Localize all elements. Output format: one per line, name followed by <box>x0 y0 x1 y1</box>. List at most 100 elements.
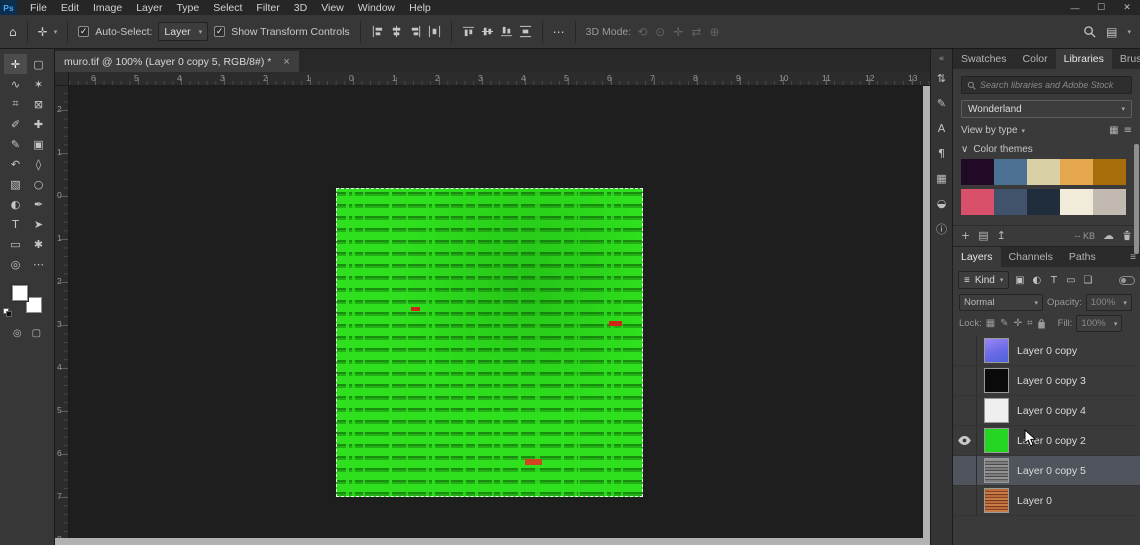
view-by-type-label[interactable]: View by type <box>961 125 1018 136</box>
library-share-icon[interactable]: ↥ <box>997 229 1006 242</box>
layer-row[interactable]: Layer 0 copy 3 <box>953 366 1140 396</box>
foreground-color-swatch[interactable] <box>12 285 28 301</box>
3d-orbit-icon[interactable]: ⟲ <box>637 25 647 39</box>
history-panel-icon[interactable]: ⇅ <box>931 66 953 91</box>
quick-mask-icon[interactable]: ◎ <box>13 328 22 339</box>
eraser-tool[interactable]: ◊ <box>27 154 50 174</box>
menu-item-3d[interactable]: 3D <box>287 0 314 15</box>
vertical-scrollbar[interactable] <box>923 86 930 538</box>
close-icon[interactable]: ✕ <box>1114 0 1140 15</box>
opacity-dropdown[interactable]: 100% ▾ <box>1086 294 1132 311</box>
rectangular-marquee-tool[interactable]: ▢ <box>27 54 50 74</box>
layer-row[interactable]: Layer 0 copy 4 <box>953 396 1140 426</box>
workspace-switcher-icon[interactable]: ▤ <box>1106 25 1117 39</box>
canvas[interactable]: 654321012345678910111213 21012345678 <box>55 72 930 538</box>
library-search-input[interactable]: Search libraries and Adobe Stock <box>961 76 1132 94</box>
color-swatch[interactable] <box>1027 189 1060 215</box>
color-swatch[interactable] <box>961 189 994 215</box>
visibility-toggle[interactable] <box>953 396 977 425</box>
layer-thumbnail[interactable] <box>984 368 1009 393</box>
rectangle-tool[interactable]: ▭ <box>4 234 27 254</box>
info-panel-icon[interactable]: ⓘ <box>931 216 953 241</box>
move-tool[interactable]: ✛ <box>4 54 27 74</box>
layer-thumbnail[interactable] <box>984 488 1009 513</box>
menu-item-select[interactable]: Select <box>206 0 249 15</box>
filter-shape-layers-icon[interactable]: ▭ <box>1062 272 1079 289</box>
tab-close-icon[interactable]: × <box>283 56 289 68</box>
filter-type-layers-icon[interactable]: T <box>1045 272 1062 289</box>
lock-transparency-icon[interactable]: ▦ <box>986 318 995 329</box>
list-view-icon[interactable]: ≡ <box>1124 125 1132 136</box>
align-bottom-edges-icon[interactable] <box>500 25 513 38</box>
crop-tool[interactable]: ⌗ <box>4 94 27 114</box>
search-icon[interactable] <box>1083 25 1096 38</box>
lock-artboard-icon[interactable]: ⌗ <box>1027 318 1033 329</box>
menu-item-window[interactable]: Window <box>351 0 402 15</box>
path-selection-tool[interactable]: ➤ <box>27 214 50 234</box>
pen-tool[interactable]: ✒ <box>27 194 50 214</box>
lock-move-icon[interactable]: ✛ <box>1014 318 1022 329</box>
visibility-toggle[interactable] <box>953 336 977 365</box>
chevron-down-icon[interactable]: ▾ <box>1127 28 1131 36</box>
lasso-tool[interactable]: ∿ <box>4 74 27 94</box>
eye-icon[interactable] <box>953 426 977 455</box>
color-swatch[interactable] <box>994 159 1027 185</box>
menu-item-type[interactable]: Type <box>169 0 206 15</box>
visibility-toggle[interactable] <box>953 486 977 515</box>
blur-tool[interactable]: ○ <box>27 174 50 194</box>
lock-paint-icon[interactable]: ✎ <box>1000 318 1008 329</box>
tab-channels[interactable]: Channels <box>1001 247 1061 267</box>
screen-mode-icon[interactable]: ▢ <box>32 328 41 339</box>
edit-toolbar-icon[interactable]: ⋯ <box>27 254 50 274</box>
3d-pan-icon[interactable]: ✛ <box>673 25 683 39</box>
add-library-item-icon[interactable]: + <box>961 229 970 242</box>
character-panel-icon[interactable]: A <box>931 116 953 141</box>
distribute-vertically-icon[interactable] <box>519 25 532 38</box>
layer-row[interactable]: Layer 0 copy 2 <box>953 426 1140 456</box>
document-tab[interactable]: muro.tif @ 100% (Layer 0 copy 5, RGB/8#)… <box>55 51 299 72</box>
horizontal-scrollbar[interactable] <box>55 538 930 545</box>
menu-item-file[interactable]: File <box>23 0 54 15</box>
healing-brush-tool[interactable]: ✚ <box>27 114 50 134</box>
library-folder-icon[interactable]: ▤ <box>978 229 988 242</box>
filter-smart-objects-icon[interactable]: ❏ <box>1079 272 1096 289</box>
move-tool-icon[interactable]: ✛ <box>38 25 48 39</box>
minimize-icon[interactable]: — <box>1062 0 1088 15</box>
layer-row[interactable]: Layer 0 copy <box>953 336 1140 366</box>
menu-item-image[interactable]: Image <box>86 0 129 15</box>
fill-dropdown[interactable]: 100% ▾ <box>1076 315 1122 332</box>
tab-swatches[interactable]: Swatches <box>953 49 1015 69</box>
menu-item-help[interactable]: Help <box>402 0 438 15</box>
home-icon[interactable]: ⌂ <box>9 25 17 39</box>
tab-brushes[interactable]: Brushes <box>1112 49 1140 69</box>
delete-icon[interactable] <box>1122 230 1132 241</box>
align-left-edges-icon[interactable] <box>371 25 384 38</box>
tab-libraries[interactable]: Libraries <box>1056 49 1112 69</box>
filter-kind-dropdown[interactable]: ≡ Kind ▾ <box>958 271 1009 289</box>
color-swatch[interactable] <box>1093 159 1126 185</box>
maximize-icon[interactable]: ☐ <box>1088 0 1114 15</box>
color-swatch[interactable] <box>1060 189 1093 215</box>
clone-stamp-tool[interactable]: ▣ <box>27 134 50 154</box>
hand-tool[interactable]: ✱ <box>27 234 50 254</box>
document-image[interactable] <box>336 188 643 497</box>
color-swatch[interactable] <box>1027 159 1060 185</box>
layer-row[interactable]: Layer 0 copy 5 <box>953 456 1140 486</box>
auto-select-checkbox[interactable]: ✓ <box>78 26 89 37</box>
menu-item-view[interactable]: View <box>314 0 351 15</box>
show-transform-checkbox[interactable]: ✓ <box>214 26 225 37</box>
gradients-panel-icon[interactable]: ◒ <box>931 191 953 216</box>
align-top-edges-icon[interactable] <box>462 25 475 38</box>
tab-layers[interactable]: Layers <box>953 247 1001 267</box>
tab-paths[interactable]: Paths <box>1061 247 1104 267</box>
brush-tool[interactable]: ✎ <box>4 134 27 154</box>
default-colors-icon[interactable] <box>3 308 13 318</box>
color-swatch[interactable] <box>1093 189 1126 215</box>
3d-zoom-icon[interactable]: ⊕ <box>709 25 719 39</box>
3d-panel-icon[interactable]: ▦ <box>931 166 953 191</box>
align-vertical-centers-icon[interactable] <box>481 25 494 38</box>
more-align-options-icon[interactable]: ⋯ <box>553 25 565 39</box>
distribute-horizontally-icon[interactable] <box>428 25 441 38</box>
visibility-toggle[interactable] <box>953 456 977 485</box>
libraries-scrollbar[interactable] <box>1134 144 1139 254</box>
